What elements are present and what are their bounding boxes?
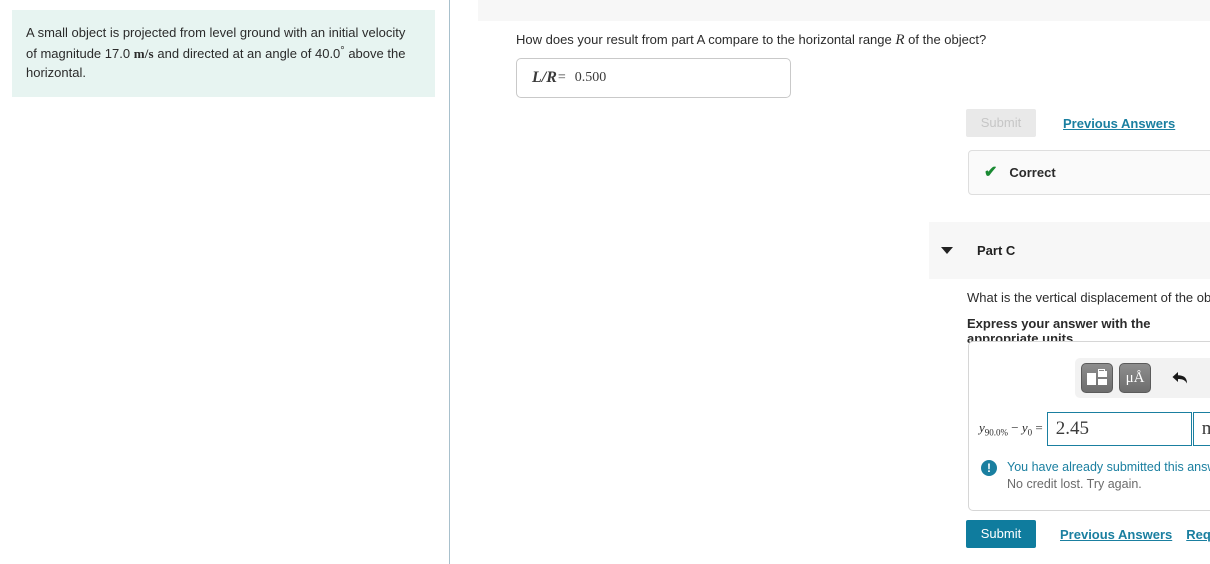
answer-variable-label: y90.0% − y0 = — [979, 420, 1043, 438]
exclamation-circle-icon: ! — [981, 460, 997, 476]
assignment-main: How does your result from part A compare… — [451, 0, 1210, 564]
micro-angstrom-icon: μÅ — [1125, 369, 1145, 386]
answer-value-input[interactable]: 2.45 — [1046, 412, 1192, 446]
warning-text: You have already submitted this answer. … — [1007, 459, 1210, 493]
problem-statement: A small object is projected from level g… — [12, 10, 435, 97]
part-b-answer-box[interactable]: L/R = 0.500 — [516, 58, 791, 98]
part-b-submit-button: Submit — [966, 109, 1036, 137]
part-b-correct-banner: ✔ Correct — [968, 150, 1210, 195]
warning-line-1: You have already submitted this answer. … — [1007, 460, 1210, 474]
problem-text-2: and directed at an angle of 40.0 — [153, 46, 341, 61]
part-c-header[interactable]: Part C — [929, 222, 1210, 279]
math-toolbar: μÅ — [1075, 358, 1210, 398]
label-equals: = — [1035, 420, 1043, 436]
chevron-down-icon[interactable] — [941, 247, 953, 254]
part-c-title: Part C — [977, 243, 1016, 258]
part-b-answer-value: 0.500 — [574, 70, 607, 85]
problem-units: m/s — [133, 46, 154, 61]
label-sub-1: 90.0% — [984, 427, 1009, 438]
part-b-question-text-2: of the object? — [904, 32, 987, 47]
part-c-answer-panel: μÅ y90.0% − y0 = 2.45 m ! You have alrea… — [968, 341, 1210, 511]
label-sub-2: 0 — [1027, 427, 1033, 438]
part-b-equals: = — [557, 70, 566, 85]
part-b-feedback-text: Correct — [1009, 165, 1056, 180]
part-b-symbol-R: R — [895, 32, 905, 48]
answer-input-row: y90.0% − y0 = 2.45 m — [979, 412, 1210, 446]
part-c-submit-button[interactable]: Submit — [966, 520, 1036, 548]
warning-line-2: No credit lost. Try again. — [1007, 477, 1142, 491]
problem-sidebar: A small object is projected from level g… — [0, 0, 450, 564]
part-c-request-answer-link[interactable]: Request Answer — [1186, 527, 1210, 542]
template-icon-button[interactable] — [1081, 363, 1113, 393]
part-b-question: How does your result from part A compare… — [516, 31, 1196, 49]
part-b-question-text-1: How does your result from part A compare… — [516, 32, 896, 47]
undo-icon[interactable] — [1171, 367, 1189, 389]
part-b-previous-answers-link[interactable]: Previous Answers — [1063, 116, 1175, 131]
answer-unit-input[interactable]: m — [1192, 412, 1210, 446]
part-c-button-row: Submit Previous Answers Request Answer — [966, 520, 1210, 548]
part-b-answer-label: L/R — [532, 69, 557, 86]
part-c-previous-answers-link[interactable]: Previous Answers — [1060, 527, 1172, 542]
check-icon: ✔ — [984, 163, 998, 181]
units-button[interactable]: μÅ — [1119, 363, 1151, 393]
part-c-question-text-1: What is the vertical displacement of the… — [967, 290, 1210, 305]
part-c-question: What is the vertical displacement of the… — [967, 289, 1210, 308]
label-minus: − — [1011, 420, 1019, 436]
template-icon — [1087, 369, 1107, 387]
part-b-button-row: Submit Previous Answers — [966, 109, 1175, 137]
answer-warning: ! You have already submitted this answer… — [981, 459, 1210, 493]
